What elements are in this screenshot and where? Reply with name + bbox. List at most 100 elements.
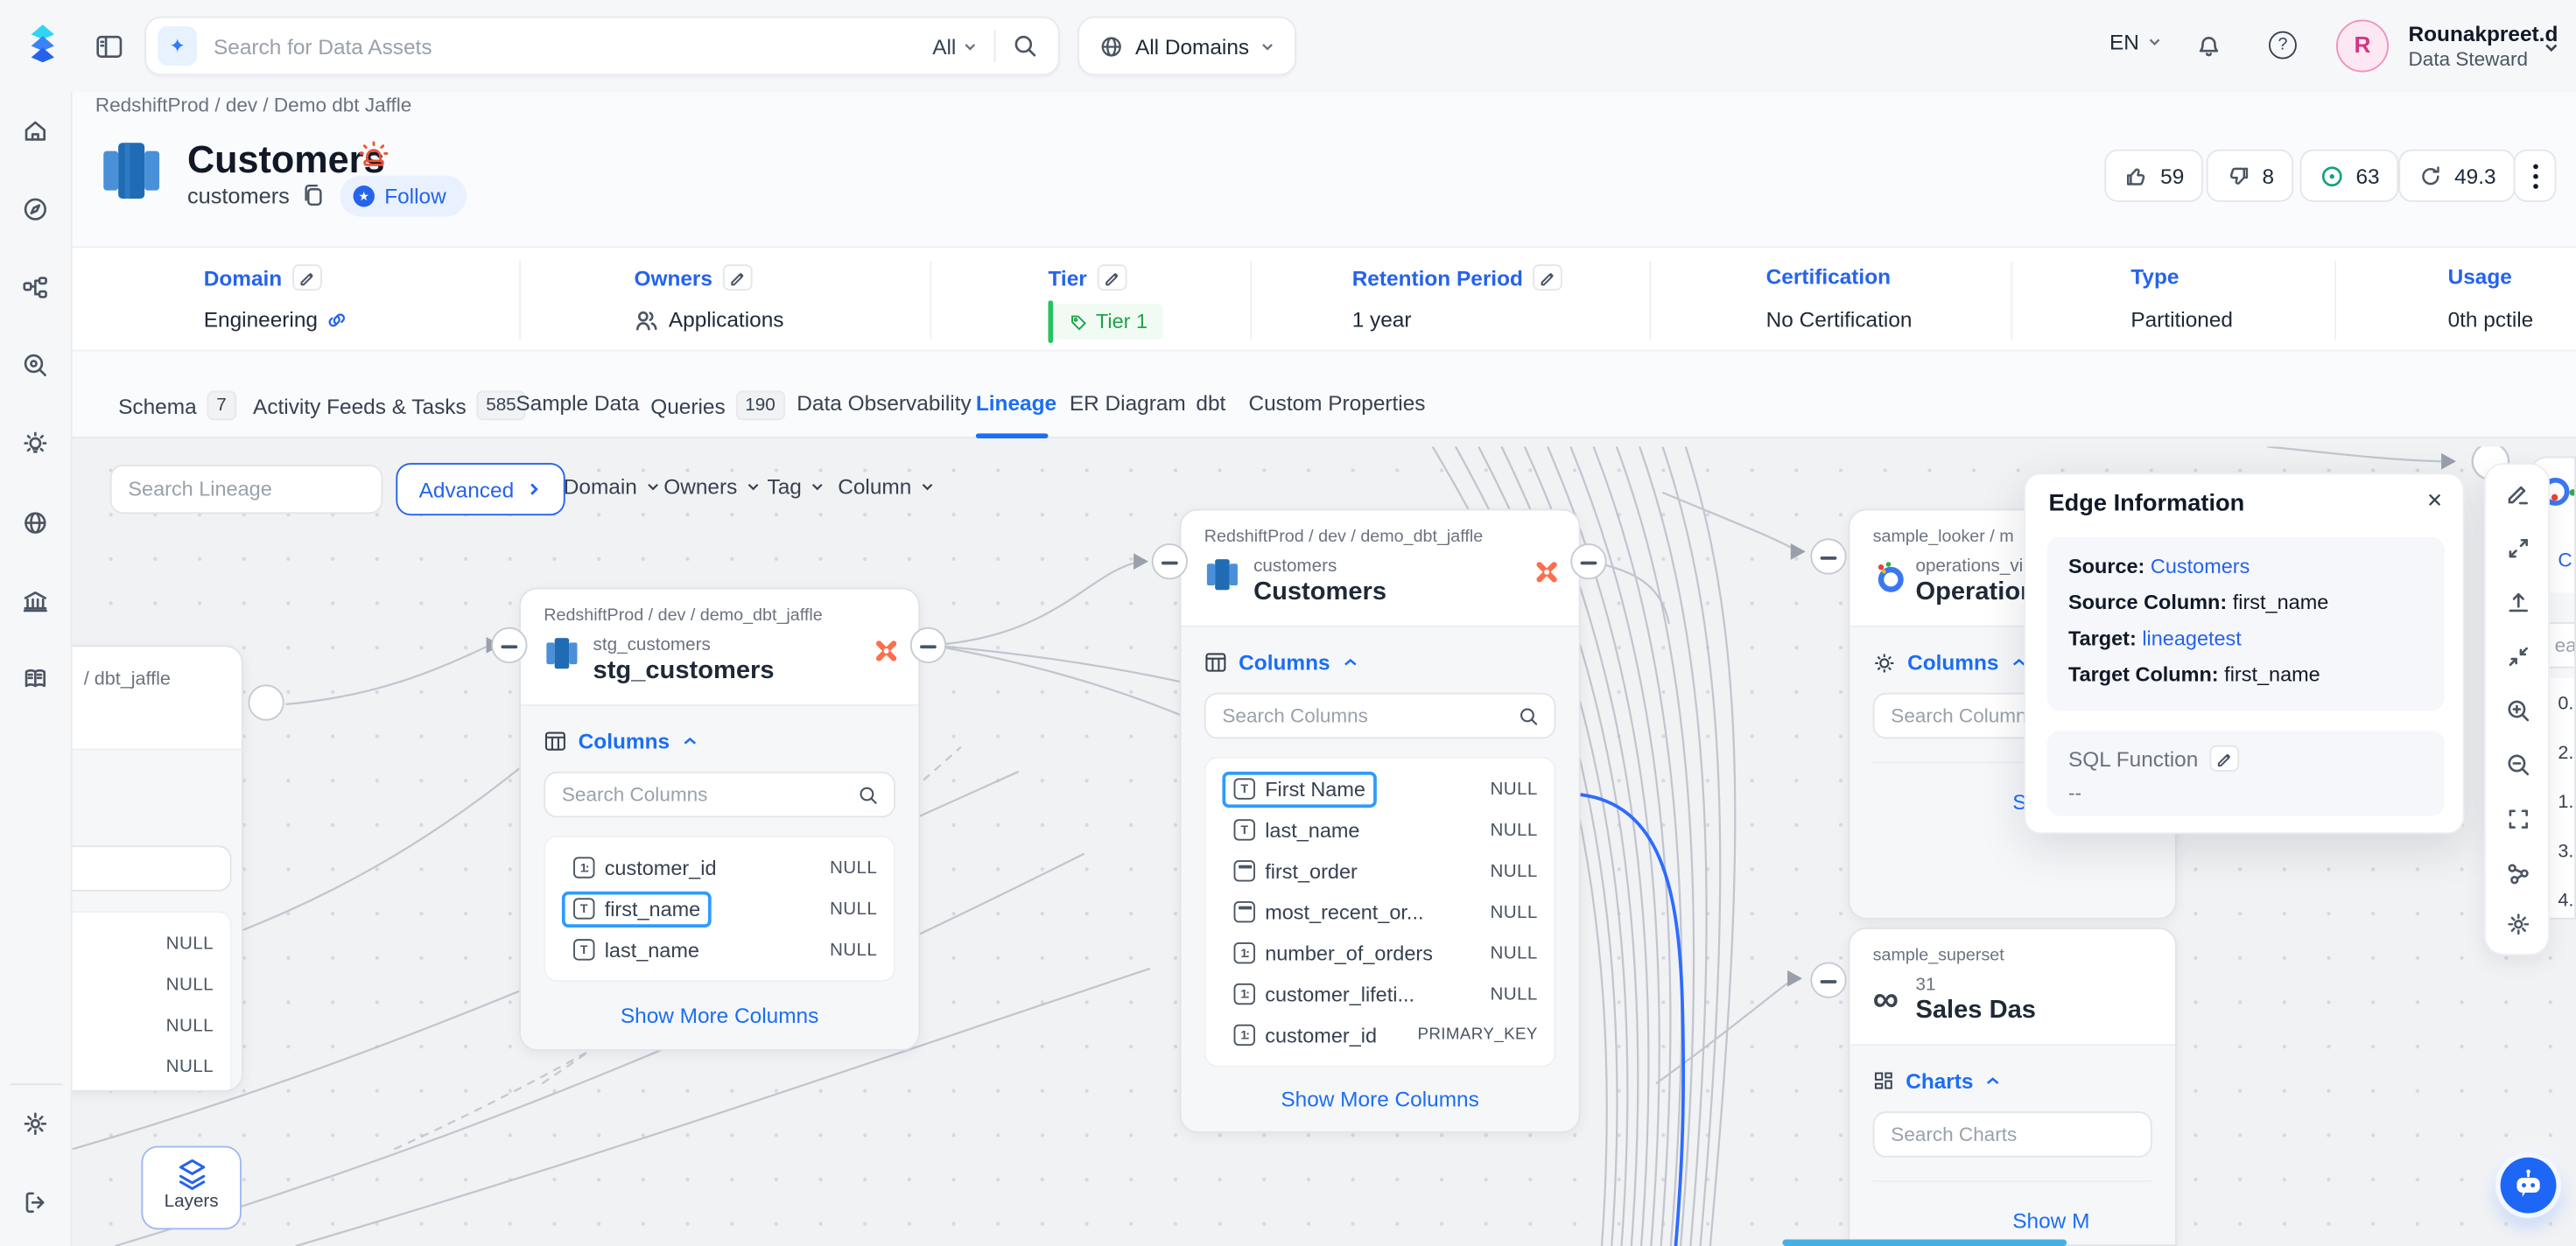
filter-owners-dropdown[interactable]: Owners [663,474,760,499]
user-menu-chevron-icon[interactable] [2543,39,2559,56]
tier-label[interactable]: Tier [1048,264,1126,290]
node-collapse-handle[interactable] [1810,538,1846,574]
filter-domain-dropdown[interactable]: Domain [564,474,660,499]
owners-value[interactable]: Applications [634,307,783,332]
zoom-in-icon[interactable] [2505,697,2531,724]
filter-tag-dropdown[interactable]: Tag [768,474,825,499]
columns-section-toggle[interactable]: Columns [544,729,895,753]
notifications-bell-icon[interactable] [2195,32,2223,60]
source-link[interactable]: Customers [2151,555,2250,578]
follow-button[interactable]: Follow [340,176,467,217]
ai-sparkle-icon[interactable] [158,26,197,66]
insights-bulb-icon[interactable] [21,430,49,458]
layers-button[interactable]: Layers [141,1146,241,1230]
breadcrumb[interactable]: RedshiftProd / dev / Demo dbt Jaffle [95,94,411,116]
table-row[interactable]: First NameNULL [1206,768,1555,809]
table-row[interactable]: customer_lifeti...NULL [1206,974,1555,1015]
domain-label[interactable]: Domain [204,264,322,290]
node-collapse-handle[interactable] [910,627,946,663]
table-row[interactable]: last_nameNULL [1206,809,1555,850]
column-search-input[interactable] [1222,704,1518,727]
tab-er-diagram[interactable]: ER Diagram [1070,391,1186,416]
alert-siren-icon[interactable] [358,139,390,171]
table-row[interactable]: customer_idPRIMARY_KEY [1206,1014,1555,1055]
dislikes-button[interactable]: 8 [2207,150,2294,202]
lineage-search-select[interactable] [110,465,383,514]
collapse-icon[interactable] [2505,643,2531,669]
horizontal-scrollbar[interactable] [1782,1240,2067,1246]
process-x-icon[interactable] [874,639,899,663]
column-search[interactable] [1204,693,1556,739]
more-actions-kebab-icon[interactable] [2514,150,2557,202]
tab-dbt[interactable]: dbt [1196,391,1225,416]
chart-search[interactable] [1873,1111,2152,1158]
export-upload-icon[interactable] [2505,590,2531,616]
node-name[interactable]: stg_customers [593,656,919,686]
sidebar-toggle-icon[interactable] [95,33,123,61]
edit-pencil-icon[interactable] [2505,481,2531,508]
tab-lineage[interactable]: Lineage [976,391,1056,416]
governance-bank-icon[interactable] [21,588,49,616]
certification-label[interactable]: Certification [1766,264,1891,289]
edit-pencil-icon[interactable] [722,264,752,290]
filter-column-dropdown[interactable]: Column [838,474,934,499]
type-label[interactable]: Type [2130,264,2179,289]
close-icon[interactable] [2426,489,2443,512]
tier-value[interactable]: Tier 1 [1048,300,1162,343]
table-row[interactable]: first_nameNULL [545,888,894,929]
chatbot-button[interactable] [2495,1152,2561,1218]
edit-pencil-icon[interactable] [291,264,321,290]
usage-label[interactable]: Usage [2448,264,2512,289]
tab-data-observability[interactable]: Data Observability [797,391,971,416]
help-icon[interactable] [2269,32,2297,60]
fullscreen-icon[interactable] [2505,806,2531,832]
tab-queries[interactable]: Queries190 [650,391,785,421]
highlighted-column[interactable]: first_name [562,891,712,927]
node-collapse-handle[interactable] [248,684,284,720]
workflows-icon[interactable] [21,274,49,302]
search-icon[interactable] [1012,33,1038,60]
atlan-logo[interactable] [20,21,67,67]
table-row[interactable]: last_nameNULL [545,929,894,970]
node-collapse-handle[interactable] [1810,962,1846,998]
node-name[interactable]: Customers [1253,578,1579,607]
target-link[interactable]: lineagetest [2142,627,2241,650]
freshness-button[interactable]: 49.3 [2398,150,2516,202]
node-collapse-handle[interactable] [491,627,527,663]
tab-sample-data[interactable]: Sample Data [516,391,639,416]
advanced-filters-button[interactable]: Advanced [396,463,565,515]
global-search-input[interactable] [214,33,916,58]
lineage-node-customers[interactable]: RedshiftProd / dev / demo_dbt_jaffle cus… [1180,509,1581,1133]
tab-activity-feeds[interactable]: Activity Feeds & Tasks585 [253,391,526,421]
share-graph-icon[interactable] [2505,860,2531,886]
node-name[interactable]: Sales Das [1915,997,2175,1026]
impact-button[interactable]: 63 [2300,150,2399,202]
owners-label[interactable]: Owners [634,264,752,290]
column-search[interactable] [544,772,895,818]
show-more-link[interactable]: Show M [1873,1208,2152,1233]
domain-value[interactable]: Engineering [204,307,347,332]
retention-label[interactable]: Retention Period [1352,264,1562,290]
highlighted-column[interactable]: First Name [1222,771,1377,807]
avatar[interactable]: R [2336,20,2389,73]
table-row[interactable]: customer_idNULL [545,847,894,888]
discover-icon[interactable] [21,352,49,380]
settings-gear-icon[interactable] [21,1110,49,1138]
tab-schema[interactable]: Schema7 [118,391,236,421]
table-row[interactable]: first_orderNULL [1206,850,1555,892]
columns-section-toggle[interactable]: Columns [1204,650,1556,675]
search-scope-dropdown[interactable]: All [916,30,995,63]
lineage-node-stg-customers[interactable]: RedshiftProd / dev / demo_dbt_jaffle stg… [519,588,920,1051]
home-icon[interactable] [21,116,49,144]
table-row[interactable]: most_recent_or...NULL [1206,892,1555,933]
glossary-book-icon[interactable] [21,665,49,693]
globe-icon[interactable] [21,509,49,537]
show-more-columns-link[interactable]: Show More Columns [1204,1087,1556,1111]
show-more-columns-link[interactable]: Show More Columns [544,1003,895,1027]
expand-diagonal-icon[interactable] [2505,536,2531,562]
likes-button[interactable]: 59 [2104,150,2203,202]
chart-search-input[interactable] [1891,1123,2145,1145]
edit-pencil-icon[interactable] [2209,746,2239,772]
process-x-icon[interactable] [1534,560,1559,584]
global-search[interactable]: All [144,17,1059,76]
